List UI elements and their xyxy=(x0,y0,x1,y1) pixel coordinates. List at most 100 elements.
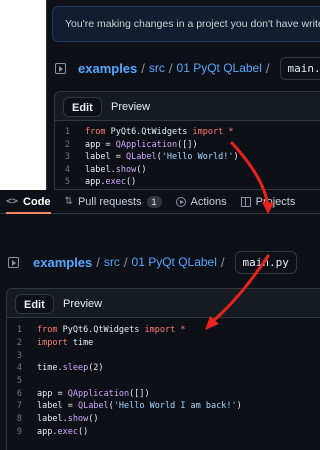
top-editor-screenshot: You're making changes in a project you d… xyxy=(46,0,320,190)
code-token: import xyxy=(144,325,181,336)
pull-requests-count-badge: 1 xyxy=(146,195,162,208)
line-number: 1 xyxy=(64,127,70,138)
code-line: 4 label. show() xyxy=(55,164,320,177)
breadcrumb-separator: / xyxy=(96,254,100,270)
code-line: 7 label = QLabel('Hello World I am back!'… xyxy=(7,400,320,413)
breadcrumb-src-link[interactable]: src xyxy=(104,255,120,269)
breadcrumb-folder-link[interactable]: 01 PyQt QLabel xyxy=(177,61,262,75)
breadcrumb-separator: / xyxy=(123,254,128,270)
tab-code[interactable]: <> Code xyxy=(6,190,51,214)
breadcrumb-repo-link[interactable]: examples xyxy=(33,255,92,270)
code-line: 4 time. sleep (2) xyxy=(7,362,320,375)
tab-pull-requests-label: Pull requests xyxy=(77,195,142,208)
breadcrumb-separator: / xyxy=(141,60,145,76)
filename-input[interactable]: main.py xyxy=(279,56,320,80)
breadcrumb-repo-link[interactable]: examples xyxy=(78,61,137,76)
line-number: 9 xyxy=(16,426,22,437)
tab-projects[interactable]: Projects xyxy=(240,190,296,214)
write-access-notice: You're making changes in a project you d… xyxy=(52,6,320,42)
code-token: label = xyxy=(85,152,126,163)
code-token: label. xyxy=(85,164,116,175)
code-token: ) xyxy=(236,401,242,412)
line-number: 3 xyxy=(64,152,70,163)
tab-pull-requests[interactable]: ⇅ Pull requests 1 xyxy=(65,190,162,214)
code-line: 1 from PyQt6.QtWidgets import * xyxy=(7,324,320,337)
code-token: app. xyxy=(37,426,58,437)
code-token: exec xyxy=(57,426,78,437)
code-token: QApplication xyxy=(115,139,178,150)
filename-input[interactable]: main.py xyxy=(234,250,297,274)
sidebar-toggle-icon[interactable] xyxy=(8,256,19,268)
breadcrumb-src-link[interactable]: src xyxy=(149,61,165,75)
code-token: () xyxy=(88,414,99,425)
tab-actions-label: Actions xyxy=(190,195,227,208)
code-token: ) xyxy=(233,152,239,163)
line-number: 6 xyxy=(16,388,22,399)
code-token: * xyxy=(228,127,234,138)
code-token: time xyxy=(72,338,94,349)
breadcrumb: examples / src / 01 PyQt QLabel / main.p… xyxy=(55,56,320,80)
code-line: 9 app. exec() xyxy=(7,426,320,439)
breadcrumb-separator: / xyxy=(220,254,225,270)
tab-projects-label: Projects xyxy=(255,195,296,208)
code-token: PyQt6.QtWidgets xyxy=(110,127,193,138)
line-number: 4 xyxy=(64,164,70,175)
line-number: 3 xyxy=(16,350,22,361)
code-token: () xyxy=(77,426,89,437)
line-number: 7 xyxy=(16,401,22,412)
code-token: () xyxy=(136,164,147,175)
code-token: app = xyxy=(37,388,68,399)
code-token: QLabel xyxy=(125,152,157,163)
play-icon xyxy=(175,196,186,207)
code-token: label. xyxy=(37,414,68,425)
breadcrumb-separator: / xyxy=(168,60,173,76)
breadcrumb-separator: / xyxy=(265,60,270,76)
code-area[interactable]: 1 from PyQt6.QtWidgets import * 2 import ti… xyxy=(7,318,320,438)
code-line: 6 app = QApplication([]) xyxy=(7,387,320,400)
line-number: 2 xyxy=(16,338,22,349)
code-line: 1 from PyQt6.QtWidgets import * xyxy=(55,126,320,139)
code-token: (2) xyxy=(88,363,104,374)
bottom-editor-screenshot: <> Code ⇅ Pull requests 1 Actions Projec… xyxy=(0,190,320,450)
code-token: ([]) xyxy=(177,139,198,150)
code-area[interactable]: 1 from PyQt6.QtWidgets import * 2 app = QAp… xyxy=(55,121,320,189)
code-token: PyQt6.QtWidgets xyxy=(62,325,145,336)
editor-tabbar: Edit Preview xyxy=(55,92,320,121)
code-editor: Edit Preview 1 from PyQt6.QtWidgets impor… xyxy=(6,288,320,450)
code-token: QLabel xyxy=(77,401,109,412)
code-token: time. xyxy=(37,363,63,374)
code-line: 3 label = QLabel('Hello World!') xyxy=(55,151,320,164)
code-editor: Edit Preview 1 from PyQt6.QtWidgets impor… xyxy=(54,91,320,190)
code-token: * xyxy=(180,325,186,336)
code-token: label = xyxy=(37,401,78,412)
editor-tabbar: Edit Preview xyxy=(7,289,320,318)
code-token: import xyxy=(37,338,73,349)
pull-request-icon: ⇅ xyxy=(64,196,73,207)
code-line: 3 xyxy=(7,349,320,362)
code-token: 'Hello World I am back!' xyxy=(113,401,237,412)
code-token: import xyxy=(192,127,229,138)
tab-edit[interactable]: Edit xyxy=(63,97,102,117)
tab-preview[interactable]: Preview xyxy=(103,97,158,117)
line-number: 4 xyxy=(16,363,22,374)
tab-actions[interactable]: Actions xyxy=(175,190,227,214)
line-number: 5 xyxy=(16,376,22,387)
code-token: app = xyxy=(85,139,116,150)
tab-code-label: Code xyxy=(23,195,51,208)
tab-preview[interactable]: Preview xyxy=(55,294,110,314)
code-line: 5 xyxy=(7,375,320,388)
sidebar-toggle-icon[interactable] xyxy=(55,62,66,74)
code-token: () xyxy=(125,177,137,188)
code-token: sleep xyxy=(62,363,89,374)
code-line: 2 app = QApplication([]) xyxy=(55,139,320,152)
line-number: 8 xyxy=(16,414,22,425)
line-number: 2 xyxy=(64,139,70,150)
breadcrumb-folder-link[interactable]: 01 PyQt QLabel xyxy=(132,255,217,269)
code-token: QApplication xyxy=(67,388,130,399)
code-token: exec xyxy=(105,177,126,188)
code-token: from xyxy=(37,325,63,336)
code-token: from xyxy=(85,127,111,138)
code-line: 2 import time xyxy=(7,337,320,350)
tab-edit[interactable]: Edit xyxy=(15,294,54,314)
code-token: show xyxy=(115,164,137,175)
